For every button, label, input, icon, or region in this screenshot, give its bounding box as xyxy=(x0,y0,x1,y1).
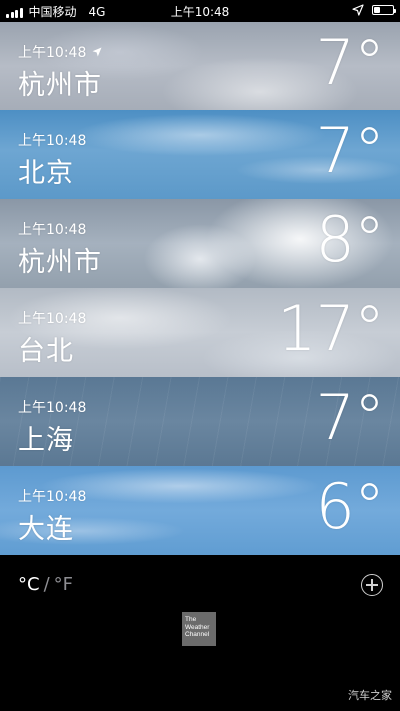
city-local-time-container: 上午10:48 xyxy=(18,130,86,150)
battery-icon xyxy=(372,5,396,15)
watermark: 汽车之家 xyxy=(348,689,392,702)
city-temperature: 7° xyxy=(315,381,385,454)
city-temperature: 17° xyxy=(277,292,385,365)
logo-line-2: Weather xyxy=(185,623,210,631)
city-row[interactable]: 上午10:48 北京 7° xyxy=(0,110,400,199)
city-local-time: 上午10:48 xyxy=(18,489,87,505)
add-city-button[interactable] xyxy=(361,574,383,596)
battery-level xyxy=(374,7,380,13)
city-local-time: 上午10:48 xyxy=(18,311,87,327)
city-row[interactable]: 上午10:48 台北 17° xyxy=(0,288,400,377)
unit-toggle[interactable]: °C / °F xyxy=(18,574,73,595)
status-bar: 中国移动 4G 上午10:48 xyxy=(0,0,400,22)
city-name: 上海 xyxy=(18,425,74,456)
unit-celsius[interactable]: °C xyxy=(18,574,40,595)
city-row[interactable]: 上午10:48 大连 6° xyxy=(0,466,400,555)
status-right xyxy=(352,4,396,16)
bottom-toolbar: °C / °F The Weather Channel 汽车之家 xyxy=(0,558,400,711)
city-name: 杭州市 xyxy=(18,247,102,278)
city-name: 北京 xyxy=(18,158,74,189)
city-local-time: 上午10:48 xyxy=(18,400,87,416)
city-temperature: 6° xyxy=(315,470,385,543)
city-name: 杭州市 xyxy=(18,70,102,101)
the-weather-channel-logo[interactable]: The Weather Channel xyxy=(182,612,216,646)
city-list: 上午10:48 杭州市 7° 上午10:48 北京 7° 上午10:48 杭州市 8° 上午10:… xyxy=(0,22,400,555)
logo-line-1: The xyxy=(185,616,197,623)
city-local-time: 上午10:48 xyxy=(18,133,87,149)
city-local-time-container: 上午10:48 xyxy=(18,42,102,62)
unit-fahrenheit[interactable]: °F xyxy=(54,574,73,595)
city-local-time: 上午10:48 xyxy=(18,222,87,238)
weather-city-list-screen: 中国移动 4G 上午10:48 上午10:48 杭州市 7° 上午10:48 北京 7° 上… xyxy=(0,0,400,711)
city-name: 大连 xyxy=(18,514,74,545)
city-row[interactable]: 上午10:48 杭州市 7° xyxy=(0,22,400,110)
city-local-time-container: 上午10:48 xyxy=(18,308,86,328)
location-arrow-icon xyxy=(92,47,102,57)
city-temperature: 8° xyxy=(315,203,385,276)
city-local-time: 上午10:48 xyxy=(18,45,87,61)
city-row[interactable]: 上午10:48 杭州市 8° xyxy=(0,199,400,288)
city-temperature: 7° xyxy=(315,114,385,187)
city-local-time-container: 上午10:48 xyxy=(18,397,86,417)
city-row[interactable]: 上午10:48 上海 7° xyxy=(0,377,400,466)
unit-separator: / xyxy=(43,574,50,595)
status-time: 上午10:48 xyxy=(170,5,230,19)
city-local-time-container: 上午10:48 xyxy=(18,219,86,239)
city-name: 台北 xyxy=(18,336,74,367)
city-temperature: 7° xyxy=(315,26,385,99)
logo-line-3: Channel xyxy=(185,631,210,638)
location-arrow-icon xyxy=(352,4,364,16)
city-local-time-container: 上午10:48 xyxy=(18,486,86,506)
